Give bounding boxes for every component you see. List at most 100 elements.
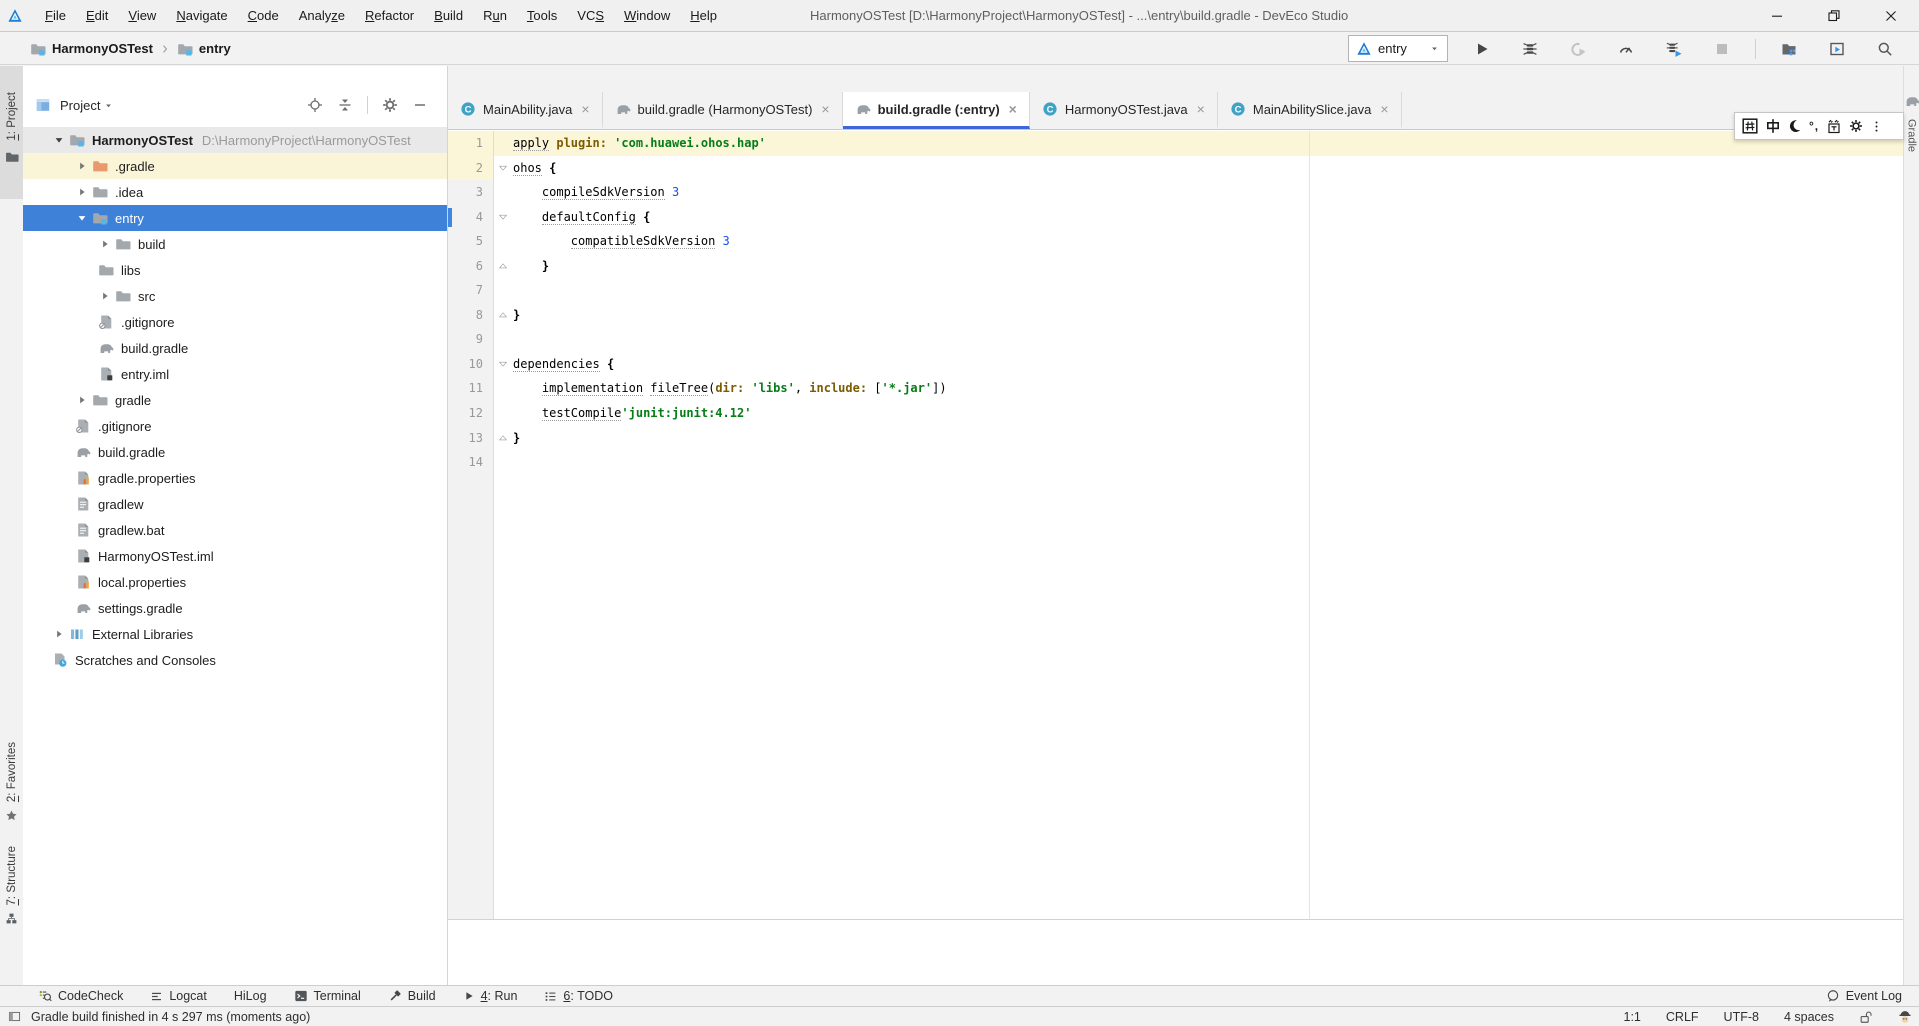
device-manager-button[interactable] [1765,37,1813,61]
menu-build[interactable]: Build [424,0,473,31]
code-line-10[interactable]: 10dependencies { [448,352,1903,377]
tree-item-src[interactable]: src [23,283,447,309]
tab-build.gradle-entry-[interactable]: build.gradle (:entry)× [843,92,1030,129]
tree-item-harmonyostest[interactable]: HarmonyOSTestD:\HarmonyProject\HarmonyOS… [23,127,447,153]
menu-edit[interactable]: Edit [76,0,118,31]
search-everywhere-button[interactable] [1861,37,1909,61]
debug-button[interactable] [1506,37,1554,61]
status-encoding[interactable]: UTF-8 [1724,1010,1759,1024]
code-line-8[interactable]: 8} [448,303,1903,328]
code-line-3[interactable]: 3 compileSdkVersion 3 [448,180,1903,205]
toolwindow-4-run[interactable]: 4: Run [463,989,518,1003]
toolwindow-button-project[interactable]: 1: Project [0,66,23,199]
tree-item-settings.gradle[interactable]: settings.gradle [23,595,447,621]
code-line-12[interactable]: 12 testCompile'junit:junit:4.12' [448,401,1903,426]
close-tab-icon[interactable]: × [1197,102,1205,116]
tab-mainabilityslice.java[interactable]: CMainAbilitySlice.java× [1218,92,1402,129]
tree-expand-arrow-icon[interactable] [72,160,92,172]
lock-open-icon[interactable] [1859,1010,1873,1024]
menu-window[interactable]: Window [614,0,680,31]
menu-view[interactable]: View [118,0,166,31]
run-config-selector[interactable]: entry [1348,35,1448,62]
menu-file[interactable]: File [35,0,76,31]
tree-collapse-arrow-icon[interactable] [72,212,92,224]
ime-pinyin-icon[interactable] [1742,118,1758,134]
tree-item-.gradle[interactable]: .gradle [23,153,447,179]
gear-icon[interactable] [382,97,398,113]
fold-marker-icon[interactable] [494,205,511,230]
tree-item-build.gradle[interactable]: build.gradle [23,439,447,465]
tree-expand-arrow-icon[interactable] [49,628,69,640]
toolwindow-hilog[interactable]: HiLog [234,989,267,1003]
breadcrumb-item-entry[interactable]: entry [177,41,231,57]
project-panel-title[interactable]: Project [60,98,100,113]
close-button[interactable] [1862,0,1919,31]
collapse-all-icon[interactable] [337,97,353,113]
tree-item-scratches-and-consoles[interactable]: Scratches and Consoles [23,647,447,673]
toolwindow-toggle-icon[interactable] [8,1010,21,1023]
tree-item-.idea[interactable]: .idea [23,179,447,205]
tab-build.gradle-harmonyostest-[interactable]: build.gradle (HarmonyOSTest)× [603,92,843,129]
tree-expand-arrow-icon[interactable] [95,290,115,302]
menu-analyze[interactable]: Analyze [289,0,355,31]
editor-empty-area[interactable] [448,475,1903,919]
code-editor[interactable]: 1apply plugin: 'com.huawei.ohos.hap'2oho… [448,131,1903,919]
breadcrumb-item-harmonyostest[interactable]: HarmonyOSTest [30,41,153,57]
locate-file-icon[interactable] [307,97,323,113]
menu-help[interactable]: Help [680,0,727,31]
code-line-5[interactable]: 5 compatibleSdkVersion 3 [448,229,1903,254]
menu-code[interactable]: Code [238,0,289,31]
tab-harmonyostest.java[interactable]: CHarmonyOSTest.java× [1030,92,1218,129]
toolwindow-6-todo[interactable]: 6: TODO [544,989,613,1003]
profiler-button[interactable] [1602,37,1650,61]
menu-tools[interactable]: Tools [517,0,567,31]
code-line-2[interactable]: 2ohos { [448,156,1903,181]
toolwindow-terminal[interactable]: Terminal [294,989,361,1003]
toolwindow-build[interactable]: Build [388,989,436,1003]
stop-button[interactable] [1698,37,1746,61]
tree-expand-arrow-icon[interactable] [72,186,92,198]
toolwindow-button-favorites[interactable]: 2: Favorites [0,742,23,822]
tree-item-gradlew[interactable]: gradlew [23,491,447,517]
tree-item-external-libraries[interactable]: External Libraries [23,621,447,647]
toolwindow-button-structure[interactable]: 7: Structure [0,846,23,925]
tree-item-local.properties[interactable]: local.properties [23,569,447,595]
code-line-4[interactable]: 4 defaultConfig { [448,205,1903,230]
attach-debugger-button[interactable] [1650,37,1698,61]
status-indent-size[interactable]: 4 spaces [1784,1010,1834,1024]
menu-vcs[interactable]: VCS [567,0,614,31]
close-tab-icon[interactable]: × [581,102,589,116]
tree-item-harmonyostest.iml[interactable]: HarmonyOSTest.iml [23,543,447,569]
fold-marker-icon[interactable] [494,426,511,451]
tree-item-gradle.properties[interactable]: gradle.properties [23,465,447,491]
close-tab-icon[interactable]: × [1380,102,1388,116]
status-caret-position[interactable]: 1:1 [1624,1010,1641,1024]
gradle-icon[interactable] [1904,93,1919,109]
tree-item-build[interactable]: build [23,231,447,257]
code-line-9[interactable]: 9 [448,327,1903,352]
menu-run[interactable]: Run [473,0,517,31]
tree-item-.gitignore[interactable]: .gitignore [23,413,447,439]
code-line-6[interactable]: 6 } [448,254,1903,279]
code-line-7[interactable]: 7 [448,278,1903,303]
chevron-down-icon[interactable] [103,100,114,111]
tree-collapse-arrow-icon[interactable] [49,134,69,146]
ime-simplified-icon[interactable] [1826,118,1842,134]
ime-more-icon[interactable] [1870,120,1883,133]
code-line-13[interactable]: 13} [448,426,1903,451]
ime-full-half-width-icon[interactable] [1788,119,1802,133]
tab-mainability.java[interactable]: CMainAbility.java× [448,92,603,129]
ime-punctuation-icon[interactable]: °, [1809,119,1819,133]
tree-item-gradlew.bat[interactable]: gradlew.bat [23,517,447,543]
code-line-1[interactable]: 1apply plugin: 'com.huawei.ohos.hap' [448,131,1903,156]
previewer-button[interactable] [1813,37,1861,61]
ime-settings-icon[interactable] [1849,119,1863,133]
toolwindow-event-log[interactable]: Event Log [1826,986,1902,1006]
hide-panel-icon[interactable] [412,97,428,113]
restore-button[interactable] [1805,0,1862,31]
fold-marker-icon[interactable] [494,254,511,279]
tree-item-gradle[interactable]: gradle [23,387,447,413]
run-button[interactable] [1458,37,1506,61]
toolwindow-codecheck[interactable]: CodeCheck [38,989,123,1003]
tree-expand-arrow-icon[interactable] [95,238,115,250]
